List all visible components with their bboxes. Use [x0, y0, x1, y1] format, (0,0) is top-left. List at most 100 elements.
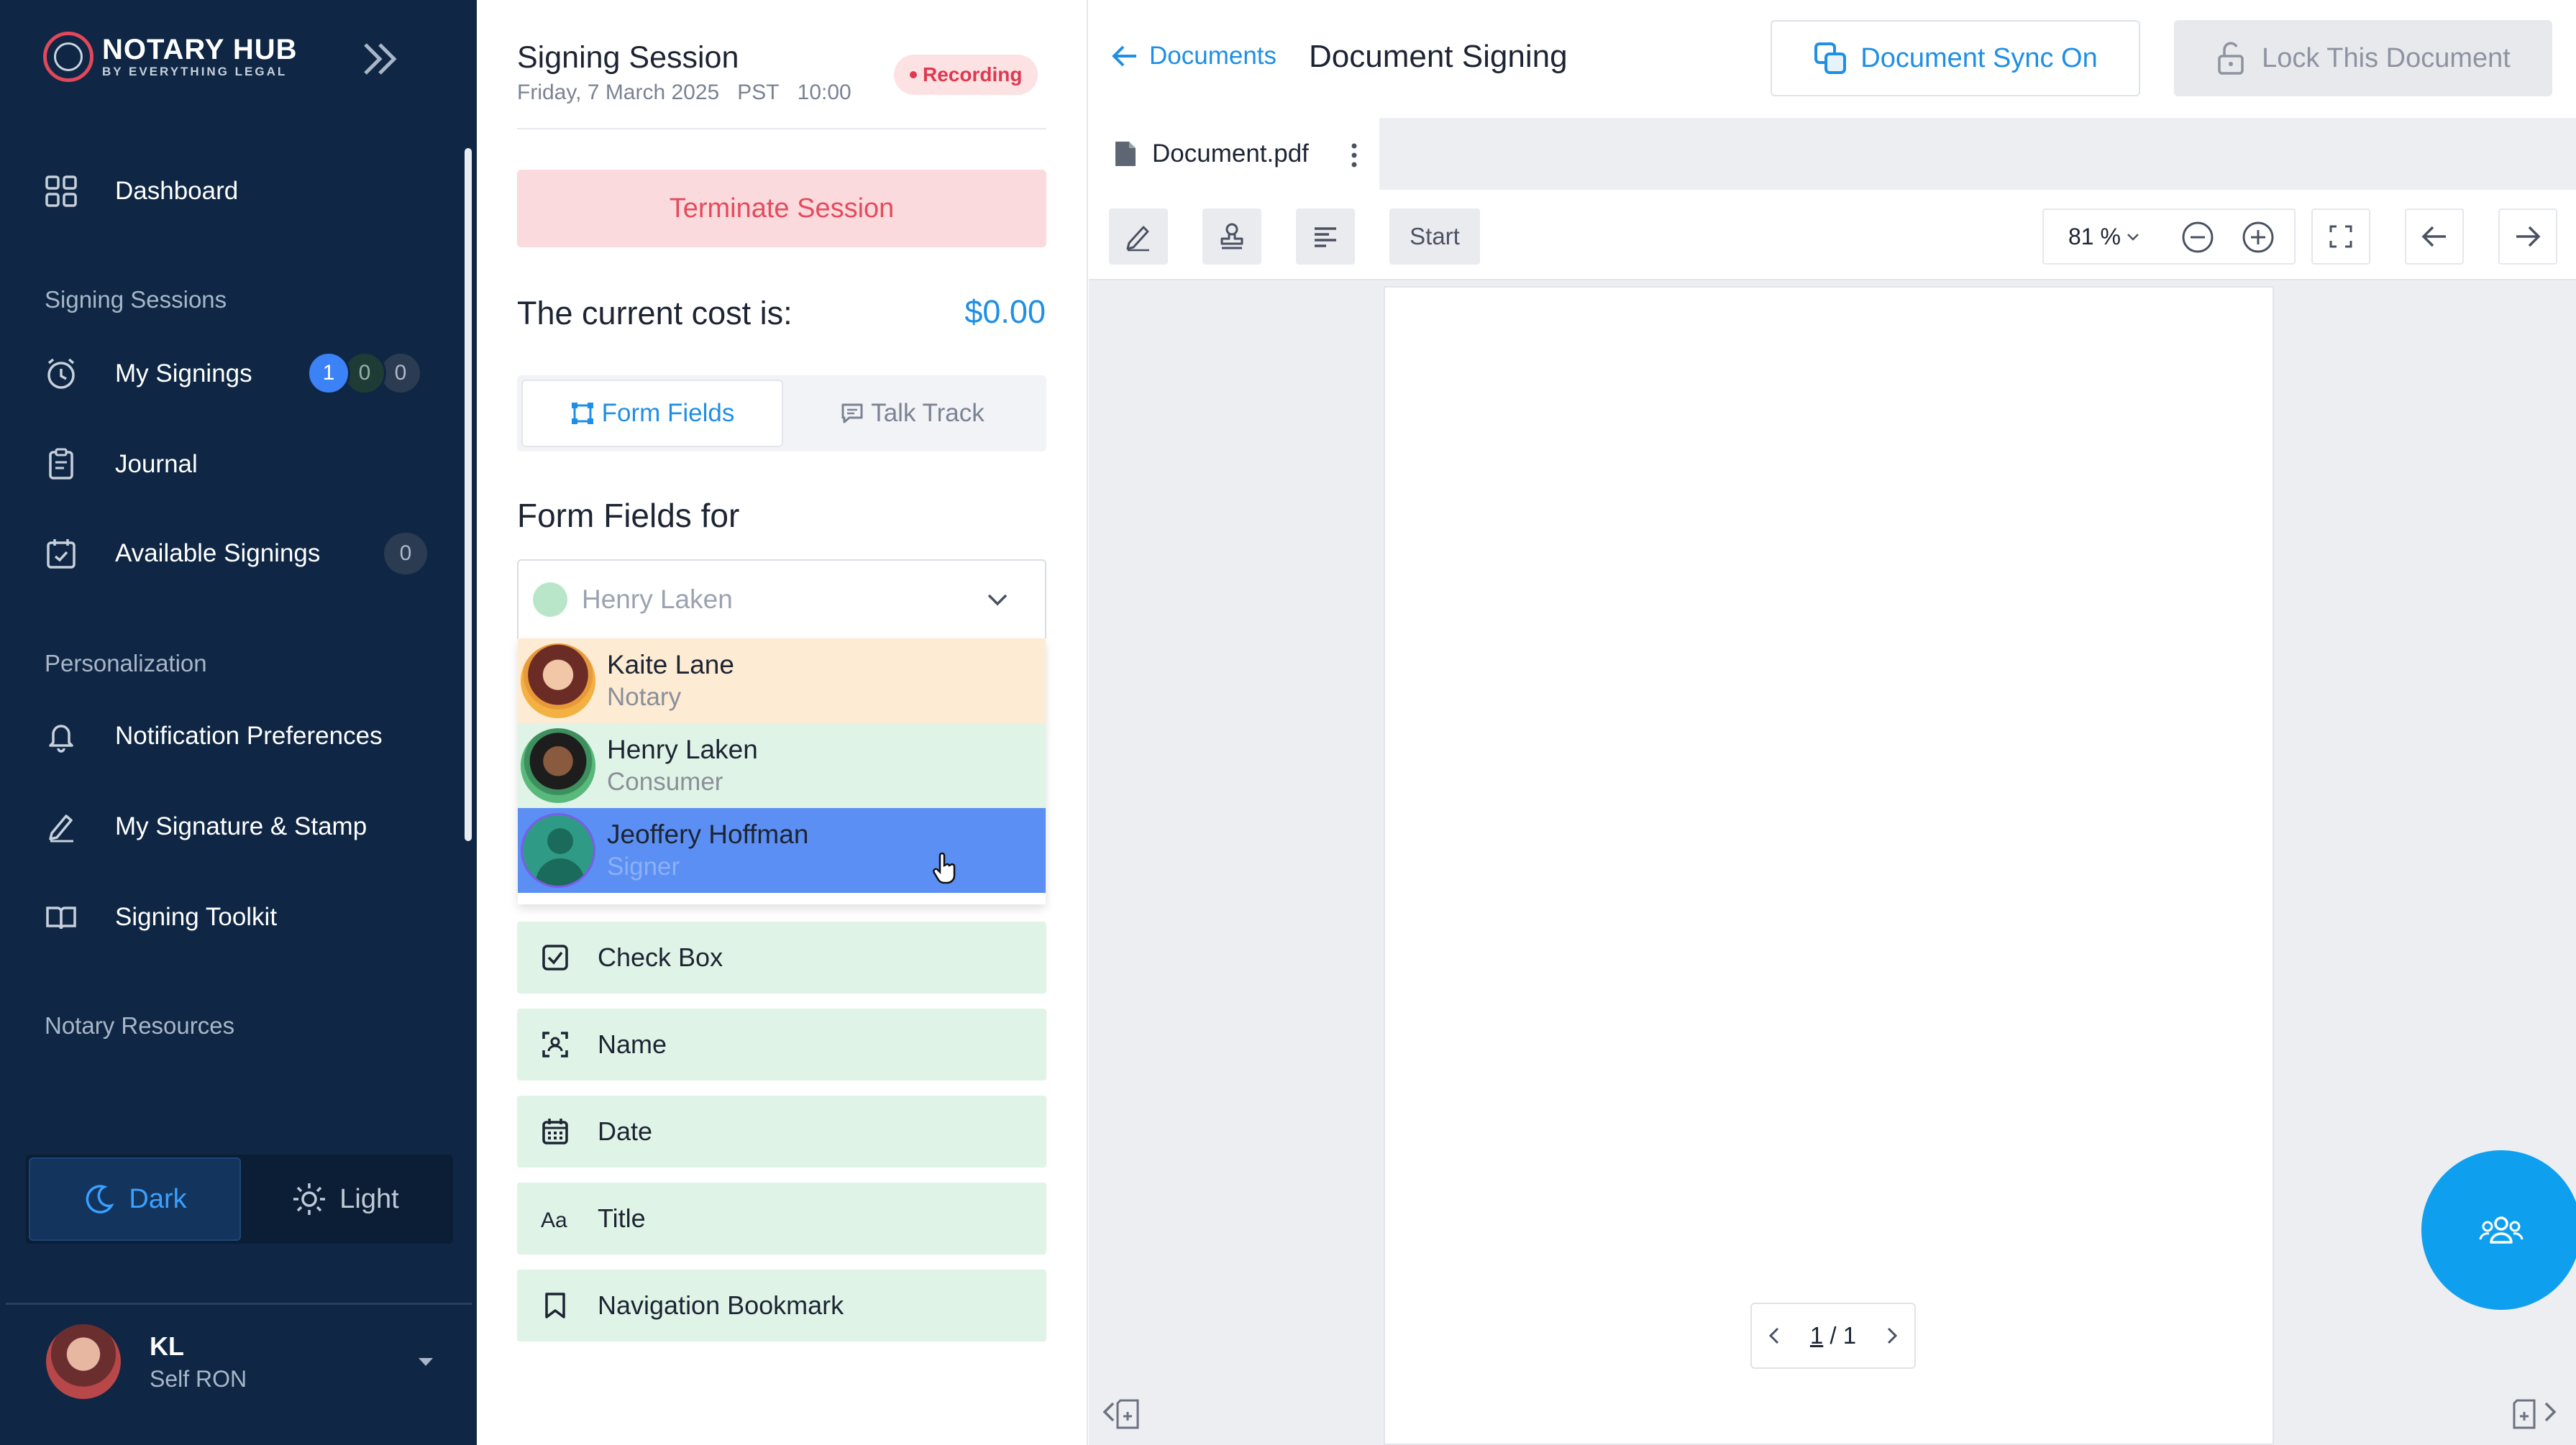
- left-thumbnails-toggle[interactable]: [1097, 1387, 1155, 1433]
- divider: [517, 128, 1046, 129]
- sidebar-scrollbar[interactable]: [465, 148, 472, 841]
- tab-talk-track[interactable]: Talk Track: [783, 380, 1042, 447]
- previous-page-button[interactable]: [2405, 208, 2464, 265]
- file-name: Document.pdf: [1152, 139, 1309, 168]
- sidebar-item-available-signings[interactable]: Available Signings: [43, 532, 320, 575]
- recording-badge: Recording: [894, 55, 1038, 95]
- avatar: [521, 643, 595, 718]
- text-aa-icon: Aa: [537, 1204, 573, 1233]
- recording-dot-icon: [910, 71, 917, 78]
- participant-option[interactable]: Kaite Lane Notary: [518, 638, 1046, 723]
- section-notary-resources: Notary Resources: [45, 1012, 235, 1039]
- sidebar-item-notification-preferences[interactable]: Notification Preferences: [43, 715, 383, 758]
- field-date[interactable]: Date: [517, 1096, 1046, 1168]
- sidebar-item-label: Notification Preferences: [115, 722, 383, 750]
- user-role: Self RON: [150, 1365, 247, 1392]
- participant-name: Jeoffery Hoffman: [607, 820, 809, 849]
- book-open-icon: [43, 899, 79, 935]
- user-menu[interactable]: KL Self RON: [46, 1324, 434, 1399]
- file-tabstrip: Document.pdf: [1089, 118, 2576, 190]
- page-total: 1: [1842, 1322, 1857, 1349]
- right-thumbnails-toggle[interactable]: [2508, 1387, 2566, 1433]
- alarm-clock-icon: [43, 356, 79, 392]
- sidebar-item-label: Available Signings: [115, 539, 321, 567]
- theme-light-button[interactable]: Light: [241, 1157, 450, 1241]
- clipboard-icon: [43, 446, 79, 482]
- chevron-left-icon[interactable]: [1766, 1325, 1783, 1347]
- notary-seal-icon: [43, 32, 93, 82]
- lock-document-button[interactable]: Lock This Document: [2174, 20, 2552, 96]
- section-personalization: Personalization: [45, 650, 207, 676]
- field-name[interactable]: Name: [517, 1009, 1046, 1081]
- field-navigation-bookmark[interactable]: Navigation Bookmark: [517, 1270, 1046, 1341]
- file-tab[interactable]: Document.pdf: [1089, 118, 1379, 190]
- arrow-left-icon: [1112, 45, 1136, 67]
- tab-form-fields[interactable]: Form Fields: [521, 380, 783, 447]
- back-link-label: Documents: [1149, 42, 1277, 70]
- sidebar-item-label: Signing Toolkit: [115, 903, 278, 931]
- field-label: Date: [598, 1116, 653, 1146]
- page-current[interactable]: 1: [1810, 1322, 1823, 1349]
- checkbox-icon: [537, 943, 573, 972]
- sidebar-item-my-signings[interactable]: My Signings: [43, 352, 252, 395]
- stamp-tool-button[interactable]: [1202, 208, 1261, 265]
- zoom-in-icon[interactable]: [2239, 219, 2277, 256]
- back-to-documents-link[interactable]: Documents: [1110, 42, 1276, 70]
- document-workspace: Documents Document Signing Document Sync…: [1089, 0, 2576, 1445]
- page-indicator: 1 / 1: [1810, 1322, 1856, 1349]
- next-page-button[interactable]: [2498, 208, 2557, 265]
- fullscreen-button[interactable]: [2311, 208, 2370, 265]
- document-sync-button[interactable]: Document Sync On: [1771, 20, 2140, 96]
- text-align-tool-button[interactable]: [1296, 208, 1355, 265]
- cost-label: The current cost is:: [517, 295, 793, 331]
- calendar-check-icon: [43, 536, 79, 572]
- participant-select[interactable]: Henry Laken: [517, 559, 1046, 638]
- sidebar-item-signature-stamp[interactable]: My Signature & Stamp: [43, 805, 367, 848]
- divider: [6, 1303, 472, 1305]
- field-check-box[interactable]: Check Box: [517, 922, 1046, 994]
- zoom-out-icon[interactable]: [2179, 219, 2216, 256]
- zoom-select[interactable]: 81 %: [2068, 224, 2141, 250]
- terminate-session-button[interactable]: Terminate Session: [517, 170, 1046, 247]
- sidebar: NOTARY HUB BY EVERYTHING LEGAL Dashboard…: [0, 0, 477, 1445]
- field-label: Navigation Bookmark: [598, 1290, 844, 1320]
- participant-dropdown: Kaite Lane Notary Henry Laken Consumer J…: [518, 638, 1046, 904]
- sun-icon: [293, 1183, 326, 1215]
- sidebar-item-signing-toolkit[interactable]: Signing Toolkit: [43, 896, 277, 939]
- participants-fab-button[interactable]: [2421, 1150, 2576, 1310]
- avatar: [521, 728, 595, 803]
- arrow-right-icon: [2516, 226, 2541, 247]
- collapse-sidebar-button[interactable]: [360, 40, 403, 78]
- form-fields-icon: [571, 403, 593, 424]
- theme-light-label: Light: [339, 1183, 399, 1214]
- participant-option[interactable]: Henry Laken Consumer: [518, 723, 1046, 808]
- brand-logo[interactable]: NOTARY HUB BY EVERYTHING LEGAL: [43, 32, 297, 82]
- bell-icon: [43, 718, 79, 754]
- sidebar-item-dashboard[interactable]: Dashboard: [43, 170, 238, 213]
- sidebar-item-journal[interactable]: Journal: [43, 443, 198, 486]
- document-page[interactable]: [1384, 286, 2274, 1445]
- participant-option[interactable]: Jeoffery Hoffman Signer: [518, 808, 1046, 893]
- users-group-icon: [2479, 1216, 2524, 1244]
- theme-dark-button[interactable]: Dark: [29, 1157, 241, 1241]
- recording-label: Recording: [923, 63, 1023, 86]
- page-thumbnails-icon: [1102, 1399, 1139, 1429]
- text-lines-icon: [1315, 227, 1336, 247]
- chevron-down-icon: [2127, 234, 2139, 241]
- start-button[interactable]: Start: [1389, 208, 1480, 265]
- caret-down-icon: [419, 1358, 433, 1366]
- page-separator: /: [1830, 1322, 1843, 1349]
- signature-tool-button[interactable]: [1109, 208, 1168, 265]
- session-time: 10:00: [797, 81, 851, 104]
- field-title[interactable]: Aa Title: [517, 1183, 1046, 1254]
- chat-icon: [841, 403, 863, 423]
- theme-dark-label: Dark: [129, 1183, 187, 1214]
- chevron-right-icon[interactable]: [1883, 1325, 1900, 1347]
- double-chevron-right-icon: [364, 43, 397, 75]
- zoom-controls: 81 %: [2042, 208, 2296, 265]
- sidebar-item-label: My Signature & Stamp: [115, 812, 367, 840]
- section-signing-sessions: Signing Sessions: [45, 286, 227, 313]
- kebab-menu-icon[interactable]: [1351, 142, 1358, 168]
- page-thumbnails-icon: [2513, 1399, 2557, 1429]
- bookmark-icon: [537, 1291, 573, 1320]
